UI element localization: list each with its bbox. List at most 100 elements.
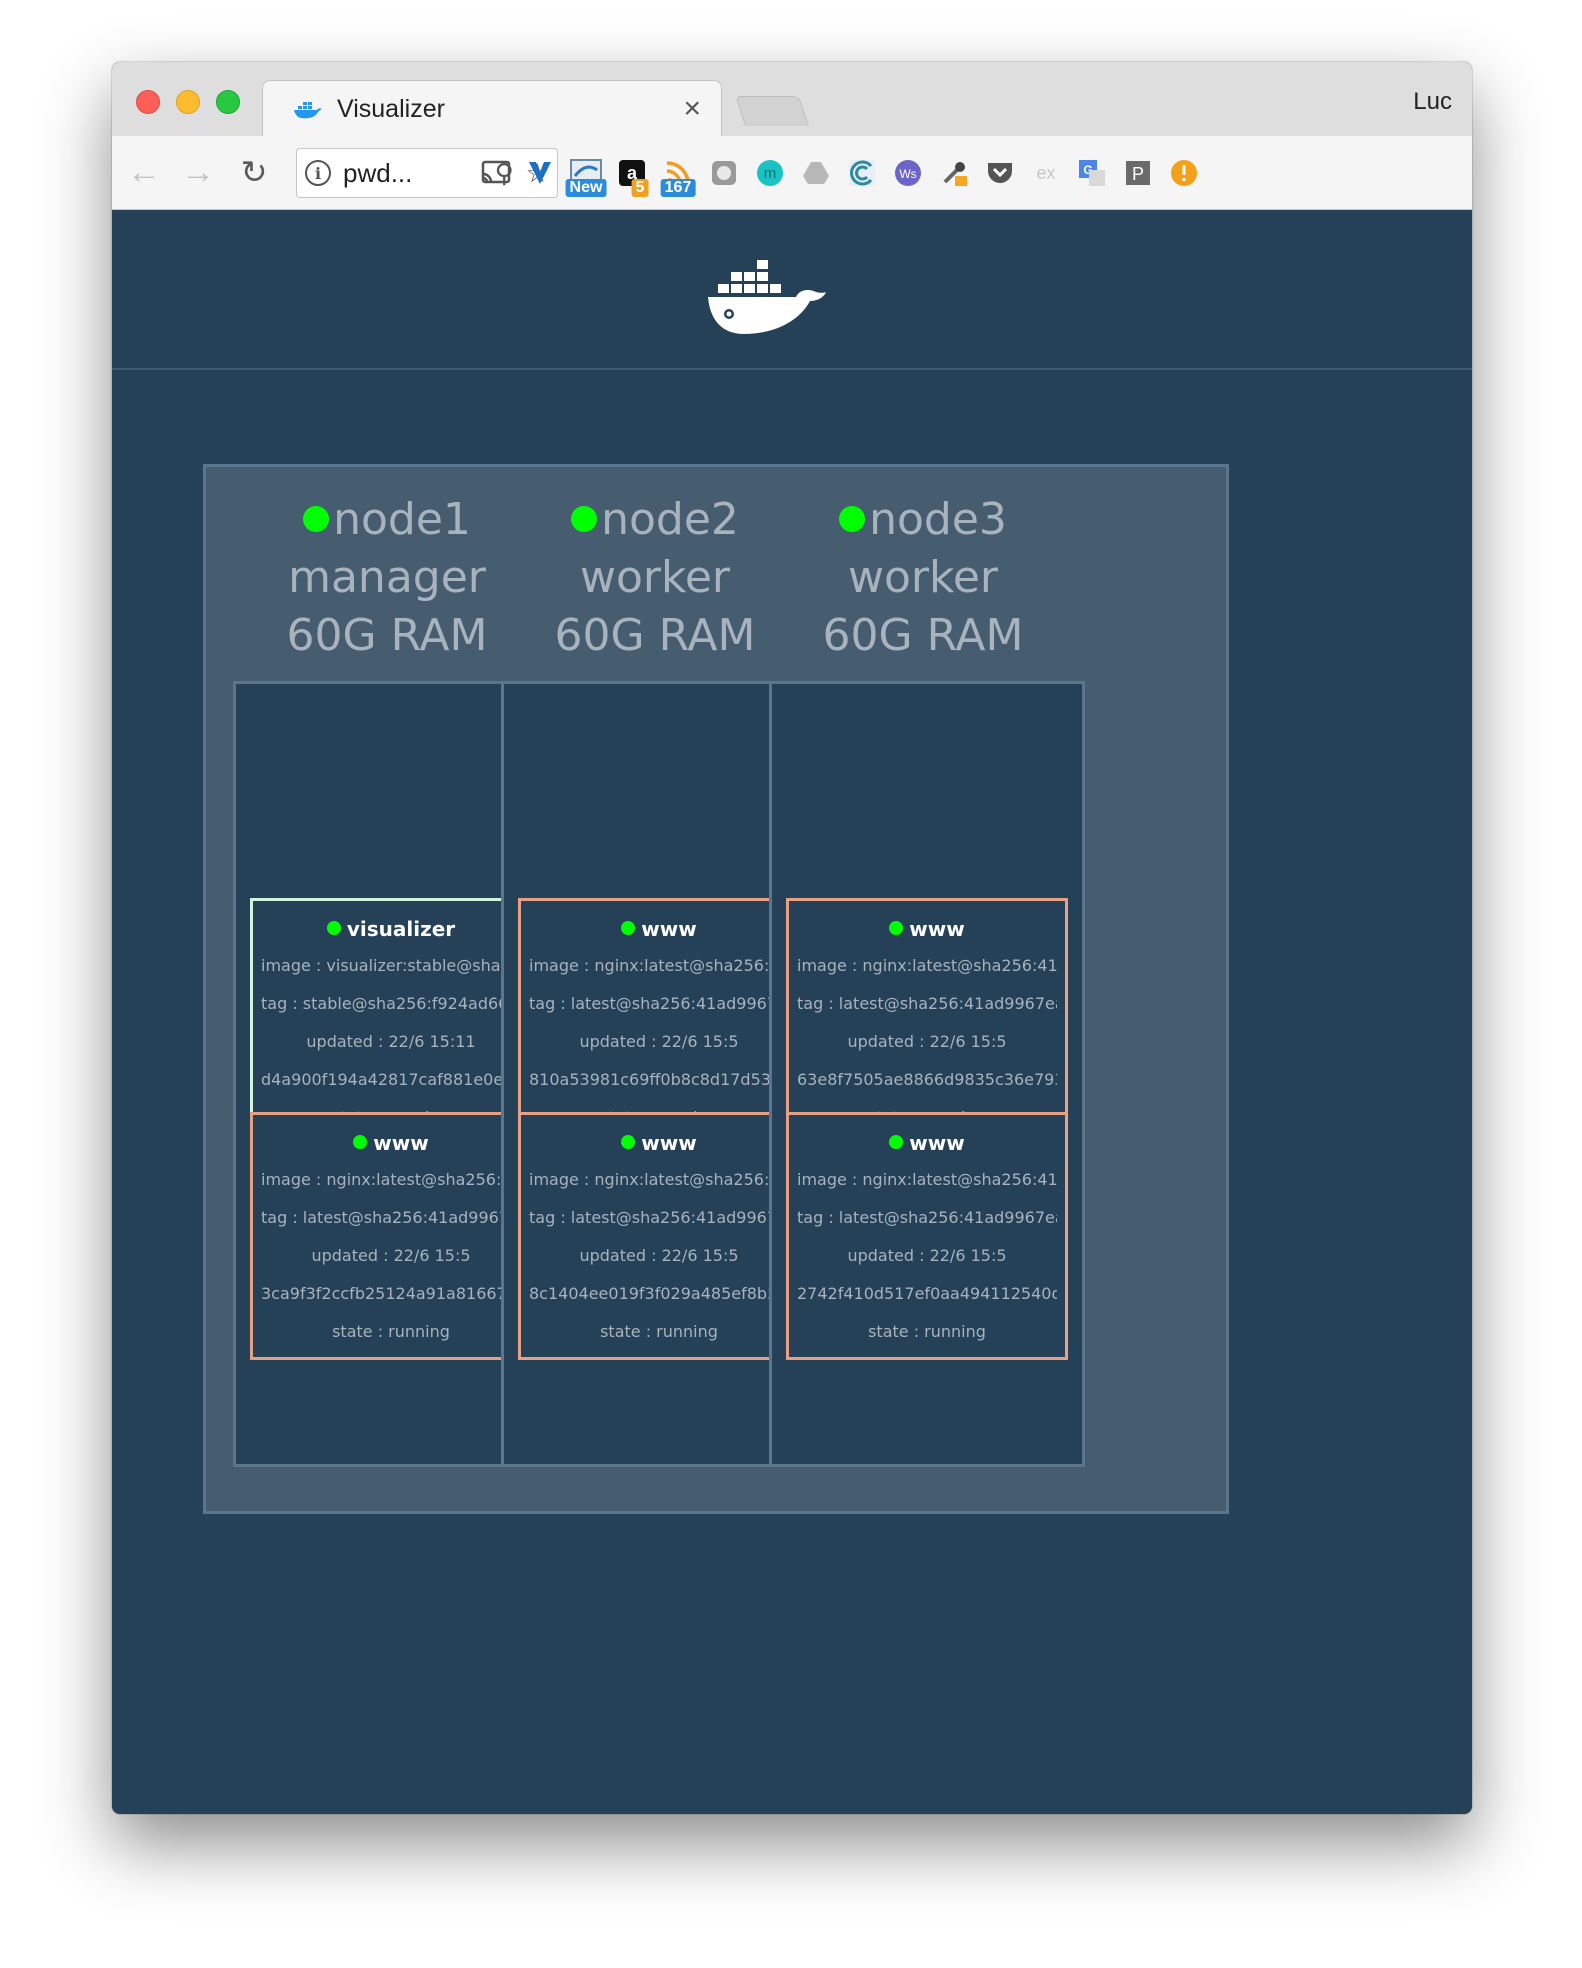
reload-icon[interactable]: ↻ <box>236 154 272 190</box>
docker-favicon-icon <box>294 102 322 119</box>
task-status-dot-icon <box>353 1135 368 1149</box>
task-tag: tag : latest@sha256:41ad9967ea448 <box>529 1208 789 1227</box>
task-card-www[interactable]: www image : nginx:latest@sha256:41ad9967e… <box>250 1112 532 1360</box>
task-state: state : running <box>600 1322 718 1341</box>
close-window-button[interactable] <box>136 90 160 114</box>
evernote-icon[interactable] <box>704 153 744 193</box>
task-name: www <box>909 1131 965 1155</box>
node-role: worker <box>847 552 999 603</box>
extension-badge-rss: 167 <box>660 179 696 197</box>
task-updated: updated : 22/6 15:5 <box>847 1032 1007 1051</box>
node-ram: 60G RAM <box>822 610 1024 661</box>
task-updated: updated : 22/6 15:5 <box>579 1032 739 1051</box>
node-name: node2 <box>601 494 739 545</box>
node-status-dot-icon <box>839 506 866 532</box>
rss-icon[interactable]: 167 <box>658 153 698 197</box>
task-tag: tag : latest@sha256:41ad9967ea448 <box>261 1208 521 1227</box>
task-image: image : nginx:latest@sha256:41ad9967ea44… <box>261 1170 521 1189</box>
node-name: node1 <box>333 494 471 545</box>
task-card-www[interactable]: www image : nginx:latest@sha256:41ad9967e… <box>518 1112 800 1360</box>
node-name: node3 <box>869 494 1007 545</box>
drive-icon[interactable] <box>796 153 836 193</box>
task-name: www <box>641 917 697 941</box>
info-icon[interactable]: i <box>305 160 331 186</box>
task-title: www <box>529 1131 789 1161</box>
task-image: image : nginx:latest@sha256:41ad9967ea44… <box>797 1170 1057 1189</box>
tab-title: Visualizer <box>337 94 445 123</box>
profile-name[interactable]: Luc <box>1413 88 1452 116</box>
pocket-icon[interactable] <box>980 153 1020 193</box>
task-title: www <box>797 1131 1057 1161</box>
address-bar[interactable]: i pwd... ⚲ ☆ <box>296 148 558 198</box>
task-id: 63e8f7505ae8866d9835c36e793e67 <box>797 1070 1057 1089</box>
task-id: 3ca9f3f2ccfb25124a91a81667e2e94 <box>261 1284 521 1303</box>
task-title: www <box>261 1131 521 1161</box>
zoom-window-button[interactable] <box>216 90 240 114</box>
task-tag: tag : latest@sha256:41ad9967ea448 <box>529 994 789 1013</box>
task-name: www <box>909 917 965 941</box>
swarm-cluster: node1 manager 60G RAM visualizer image : vis… <box>203 464 1229 1514</box>
task-status-dot-icon <box>889 1135 904 1149</box>
task-updated: updated : 22/6 15:5 <box>847 1246 1007 1265</box>
eyedropper-icon[interactable] <box>934 153 974 193</box>
cast-icon[interactable] <box>476 153 516 193</box>
task-updated: updated : 22/6 15:5 <box>579 1246 739 1265</box>
back-arrow-icon[interactable]: ← <box>126 153 162 191</box>
dashlane-icon[interactable] <box>520 153 560 193</box>
amazon-icon[interactable]: a 5 <box>612 153 652 197</box>
mention-icon[interactable]: m <box>750 153 790 193</box>
p-icon[interactable]: P <box>1118 153 1158 193</box>
task-title: visualizer <box>261 917 521 947</box>
ws-icon[interactable]: Ws <box>888 153 928 193</box>
task-tag: tag : latest@sha256:41ad9967ea448 <box>797 1208 1057 1227</box>
task-card-visualizer[interactable]: visualizer image : visualizer:stable@sha2… <box>250 898 532 1146</box>
task-image: image : visualizer:stable@sha256:f924ad6… <box>261 956 521 975</box>
new-tab-button[interactable] <box>735 96 809 126</box>
wappalyzer-icon[interactable] <box>842 153 882 193</box>
url-text: pwd... <box>343 157 413 188</box>
node-status-dot-icon <box>303 506 330 532</box>
translate-icon[interactable]: G <box>1072 153 1112 193</box>
task-state: state : running <box>332 1322 450 1341</box>
task-id: 8c1404ee019f3f029a485ef8b515e56 <box>529 1284 789 1303</box>
task-name: www <box>641 1131 697 1155</box>
browser-window: Visualizer × Luc ← → ↻ i pwd... ⚲ ☆ New <box>112 62 1472 1814</box>
tab-visualizer[interactable]: Visualizer × <box>262 80 722 138</box>
task-status-dot-icon <box>326 921 341 935</box>
svg-text:P: P <box>1132 164 1144 184</box>
svg-text:ex: ex <box>1036 163 1055 183</box>
task-card-www[interactable]: www image : nginx:latest@sha256:41ad9967e… <box>786 1112 1068 1360</box>
task-status-dot-icon <box>621 1135 636 1149</box>
tab-close-icon[interactable]: × <box>683 92 701 125</box>
visualizer-page: node1 manager 60G RAM visualizer image : vis… <box>112 210 1472 1814</box>
node-task-container: www image : nginx:latest@sha256:41ad9967e… <box>769 681 1085 1467</box>
alert-icon[interactable] <box>1164 153 1204 193</box>
task-title: www <box>529 917 789 947</box>
task-updated: updated : 22/6 15:11 <box>306 1032 476 1051</box>
forward-arrow-icon[interactable]: → <box>180 153 216 191</box>
task-title: www <box>797 917 1057 947</box>
node-status-dot-icon <box>571 506 598 532</box>
task-updated: updated : 22/6 15:5 <box>311 1246 471 1265</box>
task-status-dot-icon <box>621 921 636 935</box>
task-image: image : nginx:latest@sha256:41ad9967ea44… <box>797 956 1057 975</box>
extension-badge-new: New <box>565 179 607 197</box>
task-name: visualizer <box>346 917 456 941</box>
task-id: 2742f410d517ef0aa494112540d3f04 <box>797 1284 1057 1303</box>
task-tag: tag : stable@sha256:f924ad66c8e94 <box>261 994 521 1013</box>
node-column-node3: node3 worker 60G RAM www image : nginx:lates… <box>761 467 1085 1517</box>
task-card-www[interactable]: www image : nginx:latest@sha256:41ad9967e… <box>786 898 1068 1146</box>
task-status-dot-icon <box>889 921 904 935</box>
browser-toolbar: ← → ↻ i pwd... ⚲ ☆ New a 5 167 <box>112 136 1472 210</box>
extension-badge-amazon: 5 <box>631 179 649 197</box>
task-card-www[interactable]: www image : nginx:latest@sha256:41ad9967e… <box>518 898 800 1146</box>
svg-text:Ws: Ws <box>899 167 916 181</box>
svg-text:m: m <box>764 165 777 182</box>
task-image: image : nginx:latest@sha256:41ad9967ea44… <box>529 956 789 975</box>
task-id: d4a900f194a42817caf881e0e56c115 <box>261 1070 521 1089</box>
ex-icon[interactable]: ex <box>1026 153 1066 193</box>
task-image: image : nginx:latest@sha256:41ad9967ea44… <box>529 1170 789 1189</box>
minimize-window-button[interactable] <box>176 90 200 114</box>
page-header <box>112 210 1472 370</box>
new-extension-icon[interactable]: New <box>565 153 607 197</box>
